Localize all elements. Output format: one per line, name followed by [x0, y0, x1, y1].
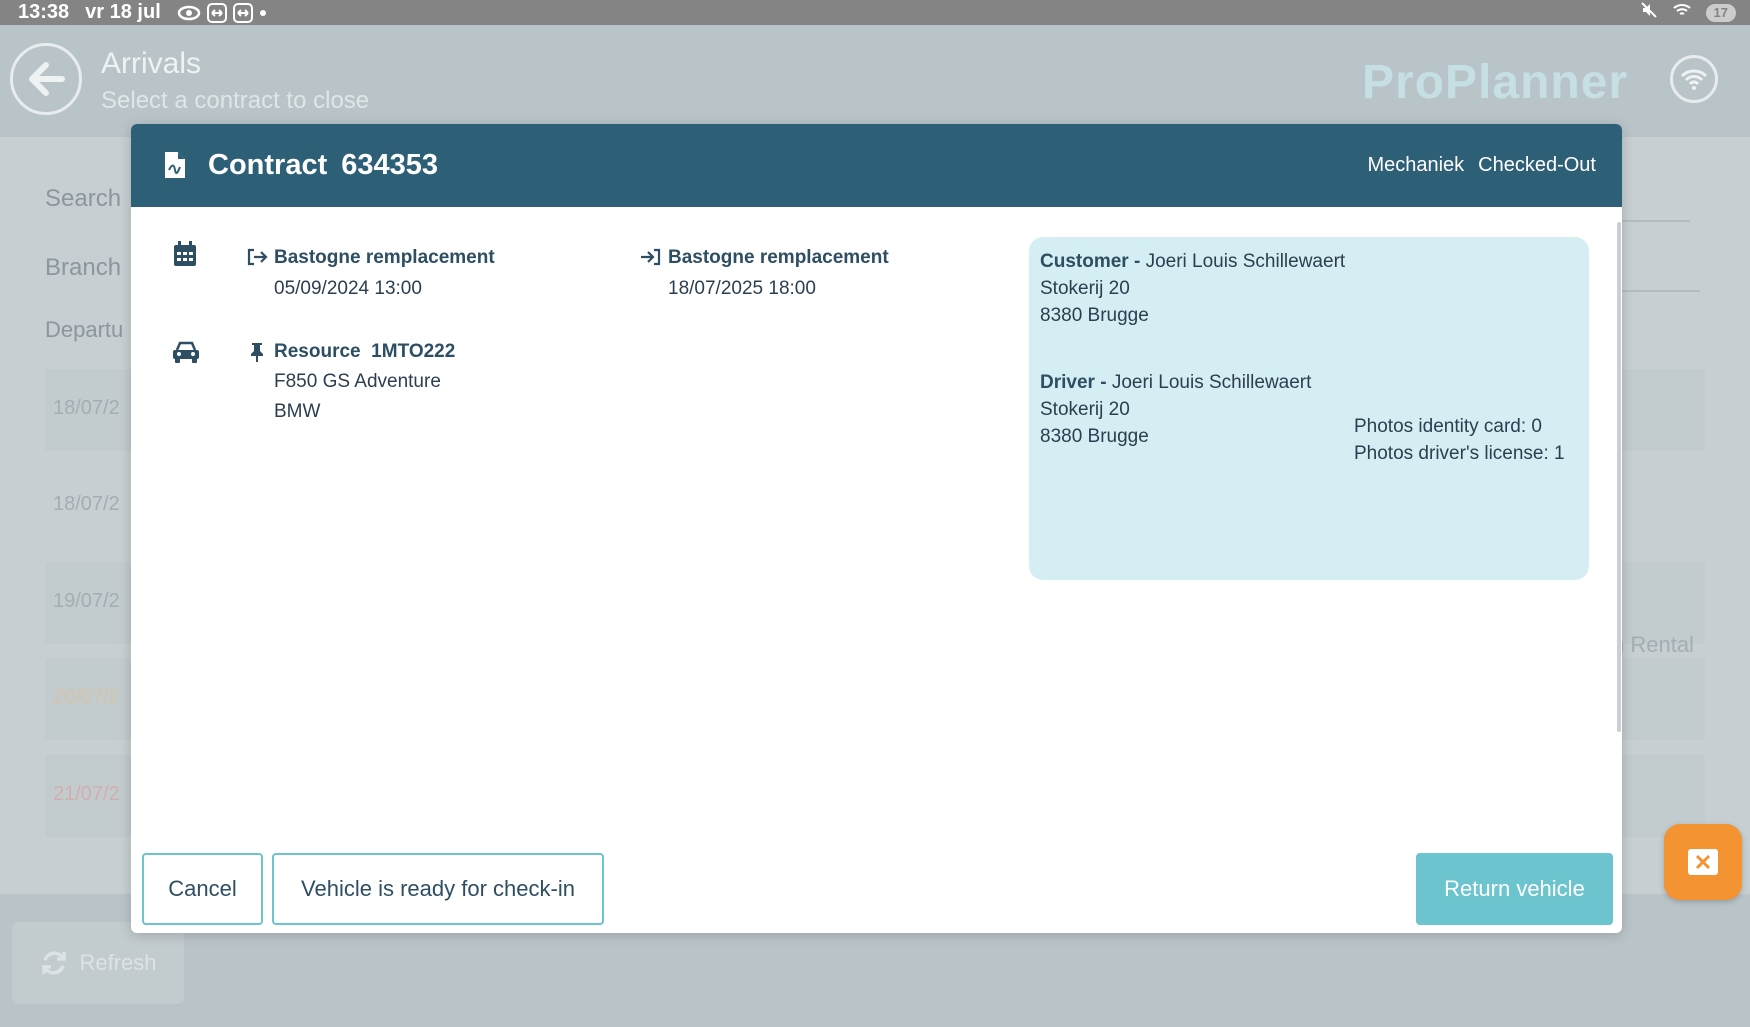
car-icon [173, 341, 199, 363]
refresh-button[interactable]: Refresh [12, 922, 184, 1004]
contract-number: 634353 [341, 149, 439, 181]
eye-icon [177, 5, 201, 21]
arrival-datetime: 18/07/2025 18:00 [668, 278, 816, 299]
driver-city: 8380 Brugge [1040, 426, 1149, 447]
contract-dialog: Contract 634353 Mechaniek Checked-Out Bas… [131, 124, 1622, 933]
remote-session-icon [206, 2, 227, 23]
contract-title-prefix: Contract [208, 149, 328, 181]
sign-in-icon [641, 248, 661, 266]
departure-location: Bastogne remplacement [274, 247, 495, 268]
close-fab-button[interactable] [1664, 824, 1742, 900]
photos-identity-card: Photos identity card: 0 [1354, 416, 1542, 437]
customer-street: Stokerij 20 [1040, 278, 1130, 299]
arrival-location: Bastogne remplacement [668, 247, 889, 268]
resource-model: F850 GS Adventure [274, 371, 441, 392]
app-header: Arrivals Select a contract to close ProP… [0, 25, 1750, 137]
driver-label: Driver - [1040, 372, 1107, 393]
departure-datetime: 05/09/2024 13:00 [274, 278, 422, 299]
status-time: 13:38 [18, 1, 70, 23]
driver-street: Stokerij 20 [1040, 399, 1130, 420]
customer-line: Customer - Joeri Louis Schillewaert [1040, 251, 1345, 273]
wifi-icon [1680, 69, 1708, 90]
contract-tags: Mechaniek Checked-Out [1367, 154, 1596, 177]
resource-code: 1MTO222 [371, 341, 456, 362]
search-label: Search [45, 185, 122, 212]
departure-label: Departu [45, 317, 124, 342]
wifi-status-icon [1672, 1, 1692, 24]
scrollbar[interactable] [1617, 222, 1621, 732]
arrow-left-icon [29, 62, 65, 96]
sign-out-icon [247, 248, 268, 266]
customer-info-box: Customer - Joeri Louis Schillewaert Stok… [1029, 237, 1589, 580]
dialog-title: Contract 634353 [208, 149, 438, 182]
status-bar: 13:38 vr 18 jul 17 [0, 0, 1750, 25]
branch-label: Branch [45, 254, 122, 281]
page-subtitle: Select a contract to close [101, 87, 370, 114]
cancel-button[interactable]: Cancel [142, 853, 263, 925]
resource-brand: BMW [274, 401, 321, 422]
driver-line: Driver - Joeri Louis Schillewaert [1040, 372, 1311, 394]
remote-session-icon-2 [232, 2, 253, 23]
divider [1620, 220, 1690, 222]
dialog-header: Contract 634353 Mechaniek Checked-Out [131, 124, 1622, 207]
calendar-icon [174, 241, 196, 266]
driver-name: Joeri Louis Schillewaert [1111, 372, 1312, 393]
refresh-label: Refresh [79, 950, 157, 975]
back-button[interactable] [10, 43, 82, 115]
page-title: Arrivals [101, 47, 202, 80]
status-badge: Checked-Out [1478, 154, 1596, 176]
document-icon [165, 152, 185, 178]
status-date: vr 18 jul [85, 1, 161, 23]
customer-label: Customer - [1040, 251, 1141, 272]
photos-drivers-license: Photos driver's license: 1 [1354, 443, 1565, 464]
rental-text: n Rental [1612, 632, 1694, 657]
pin-icon [251, 343, 263, 362]
divider [1620, 290, 1700, 292]
close-icon [1688, 849, 1718, 875]
return-vehicle-button[interactable]: Return vehicle [1416, 853, 1613, 925]
connection-button[interactable] [1670, 55, 1718, 103]
resource-label: Resource [274, 341, 361, 362]
dot-icon [259, 9, 267, 17]
category-tag: Mechaniek [1367, 154, 1465, 176]
customer-city: 8380 Brugge [1040, 305, 1149, 326]
refresh-icon [42, 951, 67, 975]
brand-logo: ProPlanner [1362, 56, 1629, 109]
ready-for-check-in-button[interactable]: Vehicle is ready for check-in [272, 853, 604, 925]
mute-icon [1640, 1, 1658, 25]
resource-heading: Resource 1MTO222 [274, 341, 455, 363]
battery-indicator: 17 [1705, 3, 1736, 22]
customer-name: Joeri Louis Schillewaert [1145, 251, 1346, 272]
